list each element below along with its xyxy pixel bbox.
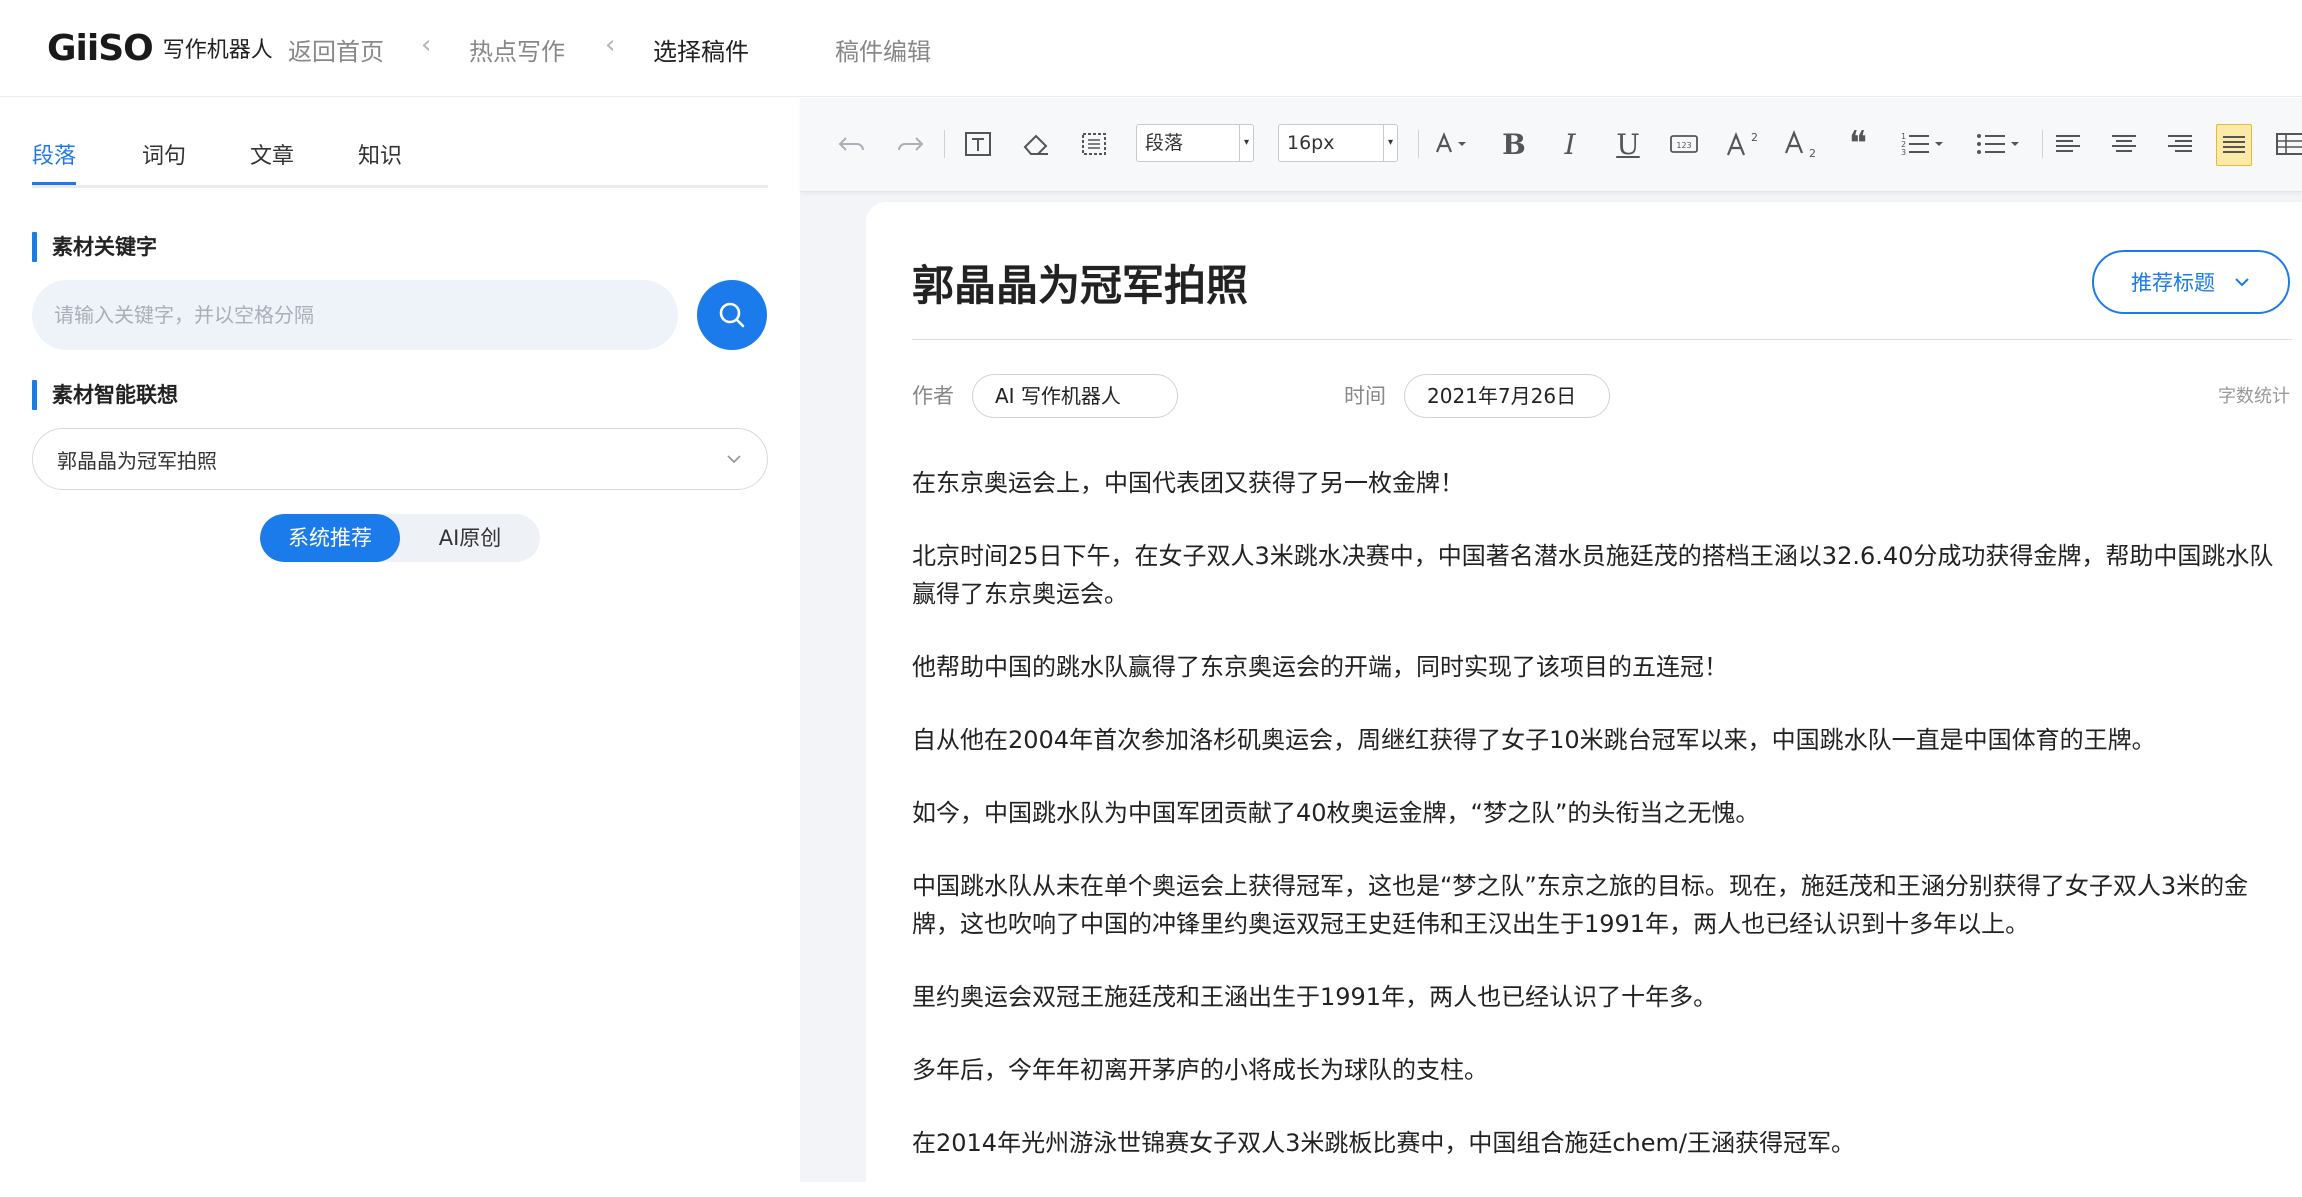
- breadcrumb-home[interactable]: 返回首页: [288, 32, 384, 67]
- mode-switch: 系统推荐 AI原创: [260, 514, 540, 562]
- chevron-left-icon: ‹: [421, 30, 432, 60]
- subscript-icon: 2: [1784, 130, 1816, 159]
- chevron-left-icon: ‹: [605, 30, 616, 60]
- toolbar-separator: [944, 130, 945, 158]
- subscript-button[interactable]: 2: [1782, 124, 1818, 164]
- svg-text:2: 2: [1751, 131, 1758, 144]
- logo-text: 写作机器人: [162, 38, 273, 63]
- tab-sentence[interactable]: 词句: [142, 138, 186, 170]
- svg-text:3: 3: [1901, 148, 1906, 157]
- font-color-icon: [1435, 132, 1466, 153]
- search-icon: [719, 302, 745, 328]
- suggest-select[interactable]: 郭晶晶为冠军拍照: [32, 428, 768, 490]
- text-box-button[interactable]: [960, 124, 996, 164]
- paragraph: 自从他在2004年首次参加洛杉矶奥运会，周继红获得了女子10米跳台冠军以来，中国…: [912, 726, 2156, 754]
- draft-edit-label[interactable]: 稿件编辑: [835, 32, 931, 67]
- material-panel: 段落 词句 文章 知识 素材关键字 素材智能联想 郭晶晶为冠军拍照 系统推荐 A…: [0, 98, 800, 1182]
- caret-down-icon: ▾: [1383, 125, 1397, 161]
- time-label: 时间: [1344, 384, 1386, 408]
- eraser-icon: [1023, 134, 1048, 155]
- author-field[interactable]: AI 写作机器人: [972, 374, 1178, 418]
- paragraph: 他帮助中国的跳水队赢得了东京奥运会的开端，同时实现了该项目的五连冠！: [912, 653, 1728, 681]
- paragraph: 在东京奥运会上，中国代表团又获得了另一枚金牌！: [912, 469, 1464, 497]
- svg-text:123: 123: [1676, 141, 1691, 150]
- tab-paragraph[interactable]: 段落: [32, 138, 76, 170]
- paragraph: 如今，中国跳水队为中国军团贡献了40枚奥运金牌，“梦之队”的头衔当之无愧。: [912, 799, 1760, 827]
- font-color-button[interactable]: [1430, 124, 1474, 164]
- toolbar-separator: [2042, 130, 2043, 158]
- search-button[interactable]: [697, 280, 767, 350]
- quote-button[interactable]: ❝: [1840, 124, 1876, 164]
- title-divider: [912, 339, 2292, 340]
- recommend-title-button[interactable]: 推荐标题: [2092, 250, 2290, 314]
- word-count-link[interactable]: 字数统计: [2218, 382, 2290, 408]
- eraser-button[interactable]: [1018, 124, 1054, 164]
- paragraph: 中国跳水队从未在单个奥运会上获得冠军，这也是“梦之队”东京之旅的目标。现在，施廷…: [912, 872, 2249, 938]
- code-icon: 123: [1670, 135, 1698, 153]
- author-label: 作者: [912, 384, 954, 408]
- keyword-section-title: 素材关键字: [32, 232, 157, 262]
- ordered-list-icon: 123: [1901, 132, 1943, 157]
- italic-button[interactable]: I: [1552, 124, 1588, 164]
- table-button[interactable]: [2274, 124, 2302, 164]
- breadcrumb-select-draft[interactable]: 选择稿件: [653, 32, 749, 67]
- chevron-down-icon: [2235, 278, 2249, 287]
- align-justify-button[interactable]: [2216, 124, 2252, 166]
- redo-icon: [898, 137, 924, 151]
- svg-text:2: 2: [1809, 147, 1816, 159]
- select-all-button[interactable]: [1076, 124, 1112, 164]
- table-icon: [2276, 133, 2302, 155]
- chevron-down-icon: [727, 455, 741, 464]
- toolbar-separator: [1418, 130, 1419, 158]
- tab-article[interactable]: 文章: [250, 138, 294, 170]
- code-button[interactable]: 123: [1666, 124, 1702, 164]
- paragraph: 北京时间25日下午，在女子双人3米跳水决赛中，中国著名潜水员施廷茂的搭档王涵以3…: [912, 542, 2274, 608]
- align-right-button[interactable]: [2162, 124, 2198, 164]
- undo-button[interactable]: [834, 124, 870, 164]
- align-center-button[interactable]: [2106, 124, 2142, 164]
- top-header: GiiSO 写作机器人 返回首页 ‹ 热点写作 ‹ 选择稿件 稿件编辑: [0, 0, 2302, 97]
- paragraph-format-select[interactable]: 段落 ▾: [1136, 124, 1254, 162]
- breadcrumb-hot-writing[interactable]: 热点写作: [469, 32, 565, 67]
- redo-button[interactable]: [892, 124, 928, 164]
- font-size-select[interactable]: 16px ▾: [1278, 124, 1398, 162]
- paragraph: 在2014年光州游泳世锦赛女子双人3米跳板比赛中，中国组合施廷chem/王涵获得…: [912, 1129, 1855, 1157]
- logo[interactable]: GiiSO 写作机器人: [47, 26, 273, 70]
- paragraph: 里约奥运会双冠王施廷茂和王涵出生于1991年，两人也已经认识了十年多。: [912, 983, 1718, 1011]
- font-size-value: 16px: [1287, 132, 1335, 154]
- underline-button[interactable]: U: [1610, 124, 1646, 164]
- logo-mark: GiiSO: [47, 27, 154, 69]
- document-title[interactable]: 郭晶晶为冠军拍照: [912, 252, 1248, 313]
- text-box-icon: [965, 132, 991, 156]
- align-left-button[interactable]: [2050, 124, 2086, 164]
- caret-down-icon: ▾: [1239, 125, 1253, 161]
- tab-knowledge[interactable]: 知识: [358, 138, 402, 170]
- bold-button[interactable]: B: [1496, 124, 1532, 164]
- editor-toolbar: 段落 ▾ 16px ▾ B I U 123 2 2 ❝ 123: [800, 98, 2302, 192]
- active-tab-indicator: [32, 182, 76, 185]
- mode-ai-original[interactable]: AI原创: [400, 514, 540, 562]
- suggest-select-value: 郭晶晶为冠军拍照: [57, 448, 217, 473]
- suggest-section-title: 素材智能联想: [32, 380, 178, 410]
- align-right-icon: [2168, 135, 2192, 152]
- align-center-icon: [2112, 135, 2136, 152]
- paragraph-format-value: 段落: [1145, 132, 1184, 154]
- select-all-icon: [1082, 133, 1106, 155]
- unordered-list-button[interactable]: [1974, 124, 2024, 164]
- paragraph: 多年后，今年年初离开茅庐的小将成长为球队的支柱。: [912, 1056, 1488, 1084]
- material-tabs: 段落 词句 文章 知识: [32, 138, 768, 188]
- unordered-list-icon: [1977, 134, 2019, 154]
- ordered-list-button[interactable]: 123: [1898, 124, 1948, 164]
- undo-icon: [838, 137, 864, 151]
- align-left-icon: [2056, 135, 2080, 152]
- mode-system-recommend[interactable]: 系统推荐: [260, 514, 400, 562]
- superscript-button[interactable]: 2: [1724, 124, 1760, 164]
- recommend-title-label: 推荐标题: [2131, 271, 2215, 295]
- keyword-input[interactable]: [32, 280, 678, 350]
- align-justify-icon: [2223, 136, 2245, 153]
- document-page: 郭晶晶为冠军拍照 推荐标题 作者 AI 写作机器人 时间 2021年7月26日 …: [866, 202, 2302, 1182]
- superscript-icon: 2: [1726, 131, 1758, 156]
- time-field[interactable]: 2021年7月26日: [1404, 374, 1610, 418]
- document-body[interactable]: 在东京奥运会上，中国代表团又获得了另一枚金牌！ 北京时间25日下午，在女子双人3…: [912, 464, 2290, 1197]
